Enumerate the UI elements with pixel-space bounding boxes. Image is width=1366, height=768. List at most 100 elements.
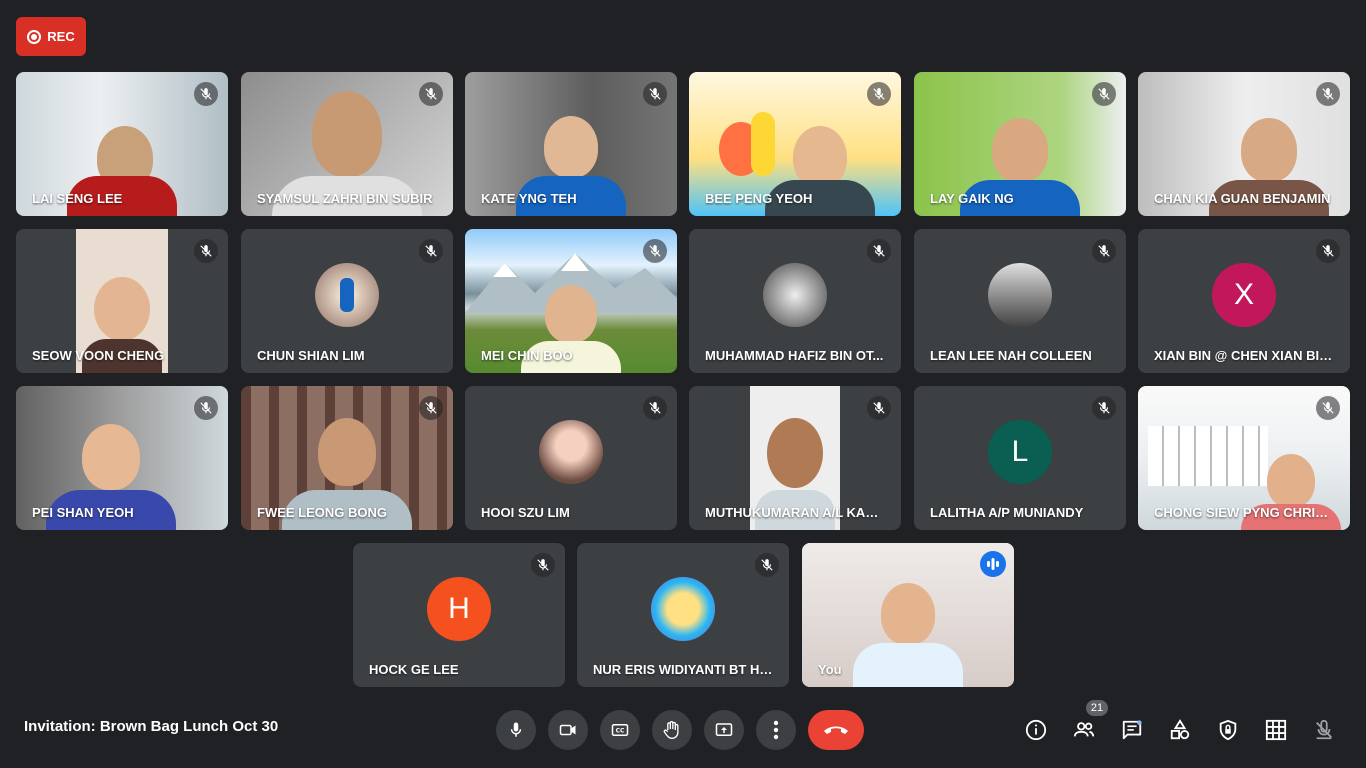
participant-tile[interactable]: BEE PENG YEOH <box>689 72 901 216</box>
participant-tile[interactable]: SYAMSUL ZAHRI BIN SUBIR <box>241 72 453 216</box>
mic-off-icon <box>194 396 218 420</box>
speaking-indicator-icon <box>980 551 1006 577</box>
participant-name: XIAN BIN @ CHEN XIAN BIN ... <box>1154 348 1334 363</box>
svg-text:CC: CC <box>616 728 625 735</box>
mic-off-icon <box>867 396 891 420</box>
participant-tile[interactable]: X XIAN BIN @ CHEN XIAN BIN ... <box>1138 229 1350 373</box>
participant-tile[interactable]: L LALITHA A/P MUNIANDY <box>914 386 1126 530</box>
mic-off-icon <box>1316 719 1332 740</box>
meeting-details-button[interactable] <box>1020 714 1052 746</box>
participant-name: You <box>818 662 842 677</box>
mic-off-icon <box>194 82 218 106</box>
mic-icon <box>510 722 522 737</box>
participant-tile[interactable]: MEI CHIN BOO <box>465 229 677 373</box>
host-controls-icon <box>1219 719 1237 741</box>
change-layout-button[interactable] <box>1260 714 1292 746</box>
participant-tile[interactable]: H HOCK GE LEE <box>353 543 565 687</box>
participant-name: MUHAMMAD HAFIZ BIN OT... <box>705 348 884 363</box>
avatar: H <box>427 577 491 642</box>
participant-name: MUTHUKUMARAN A/L KAN... <box>705 505 885 520</box>
captions-icon: CC <box>611 724 629 736</box>
participant-name: MEI CHIN BOO <box>481 348 573 363</box>
avatar <box>539 420 603 485</box>
participant-name: NUR ERIS WIDIYANTI BT HUS... <box>593 662 773 677</box>
present-button[interactable] <box>704 710 744 750</box>
info-icon <box>1025 719 1047 741</box>
mic-off-icon <box>643 396 667 420</box>
participant-tile[interactable]: HOOI SZU LIM <box>465 386 677 530</box>
participant-tile[interactable]: NUR ERIS WIDIYANTI BT HUS... <box>577 543 789 687</box>
more-options-button[interactable] <box>756 710 796 750</box>
mute-all-button[interactable] <box>1308 714 1340 746</box>
mic-off-icon <box>194 239 218 263</box>
participant-name: HOOI SZU LIM <box>481 505 570 520</box>
participant-name: LEAN LEE NAH COLLEEN <box>930 348 1092 363</box>
avatar <box>651 577 715 642</box>
participant-tile[interactable]: CHONG SIEW PYNG CHRIS... <box>1138 386 1350 530</box>
activities-icon <box>1170 719 1190 740</box>
participant-name: CHONG SIEW PYNG CHRIS... <box>1154 505 1334 520</box>
participant-tile[interactable]: FWEE LEONG BONG <box>241 386 453 530</box>
camera-button[interactable] <box>548 710 588 750</box>
participant-tile[interactable]: CHAN KIA GUAN BENJAMIN <box>1138 72 1350 216</box>
participant-tile[interactable]: LEAN LEE NAH COLLEEN <box>914 229 1126 373</box>
people-button[interactable] <box>1068 714 1100 746</box>
participant-name: PEI SHAN YEOH <box>32 505 134 520</box>
chat-icon <box>1122 720 1142 740</box>
avatar <box>988 263 1052 328</box>
participant-tile[interactable]: CHUN SHIAN LIM <box>241 229 453 373</box>
participant-tile[interactable]: MUHAMMAD HAFIZ BIN OT... <box>689 229 901 373</box>
mic-button[interactable] <box>496 710 536 750</box>
mic-off-icon <box>419 396 443 420</box>
recording-label: REC <box>47 29 75 44</box>
participant-name: SYAMSUL ZAHRI BIN SUBIR <box>257 191 433 206</box>
mic-off-icon <box>419 239 443 263</box>
layout-icon <box>1265 719 1287 741</box>
mic-off-icon <box>1092 82 1116 106</box>
activities-button[interactable] <box>1164 714 1196 746</box>
record-icon <box>27 29 42 44</box>
people-count-badge: 21 <box>1086 700 1108 716</box>
self-view-tile[interactable]: You <box>802 543 1014 687</box>
mic-off-icon <box>755 553 779 577</box>
mic-off-icon <box>867 82 891 106</box>
participant-tile[interactable]: SEOW VOON CHENG <box>16 229 228 373</box>
mic-off-icon <box>1316 82 1340 106</box>
end-call-icon <box>824 726 848 734</box>
raise-hand-icon <box>663 721 679 739</box>
participant-name: KATE YNG TEH <box>481 191 577 206</box>
participant-tile[interactable]: KATE YNG TEH <box>465 72 677 216</box>
host-controls-button[interactable] <box>1212 714 1244 746</box>
mic-off-icon <box>1092 396 1116 420</box>
recording-indicator[interactable]: REC <box>16 17 86 56</box>
captions-button[interactable]: CC <box>600 710 640 750</box>
raise-hand-button[interactable] <box>652 710 692 750</box>
mic-off-icon <box>643 82 667 106</box>
mic-off-icon <box>419 82 443 106</box>
participant-name: CHUN SHIAN LIM <box>257 348 365 363</box>
avatar: X <box>1212 263 1276 328</box>
participant-tile[interactable]: LAI SENG LEE <box>16 72 228 216</box>
participant-name: FWEE LEONG BONG <box>257 505 387 520</box>
participant-tile[interactable]: MUTHUKUMARAN A/L KAN... <box>689 386 901 530</box>
participant-tile[interactable]: LAY GAIK NG <box>914 72 1126 216</box>
avatar <box>315 263 379 328</box>
people-icon <box>1073 722 1095 737</box>
end-call-button[interactable] <box>808 710 864 750</box>
mic-off-icon <box>1316 239 1340 263</box>
avatar <box>763 263 827 328</box>
participant-tile[interactable]: PEI SHAN YEOH <box>16 386 228 530</box>
participant-name: SEOW VOON CHENG <box>32 348 165 363</box>
participant-name: LAY GAIK NG <box>930 191 1014 206</box>
participant-name: LALITHA A/P MUNIANDY <box>930 505 1084 520</box>
participant-name: CHAN KIA GUAN BENJAMIN <box>1154 191 1331 206</box>
participant-name: BEE PENG YEOH <box>705 191 813 206</box>
mic-off-icon <box>867 239 891 263</box>
participant-name: HOCK GE LEE <box>369 662 459 677</box>
chat-button[interactable] <box>1116 714 1148 746</box>
mic-off-icon <box>1316 396 1340 420</box>
present-icon <box>715 723 733 736</box>
camera-icon <box>559 724 576 736</box>
meeting-title: Invitation: Brown Bag Lunch Oct 30 <box>24 718 279 735</box>
mic-off-icon <box>643 239 667 263</box>
